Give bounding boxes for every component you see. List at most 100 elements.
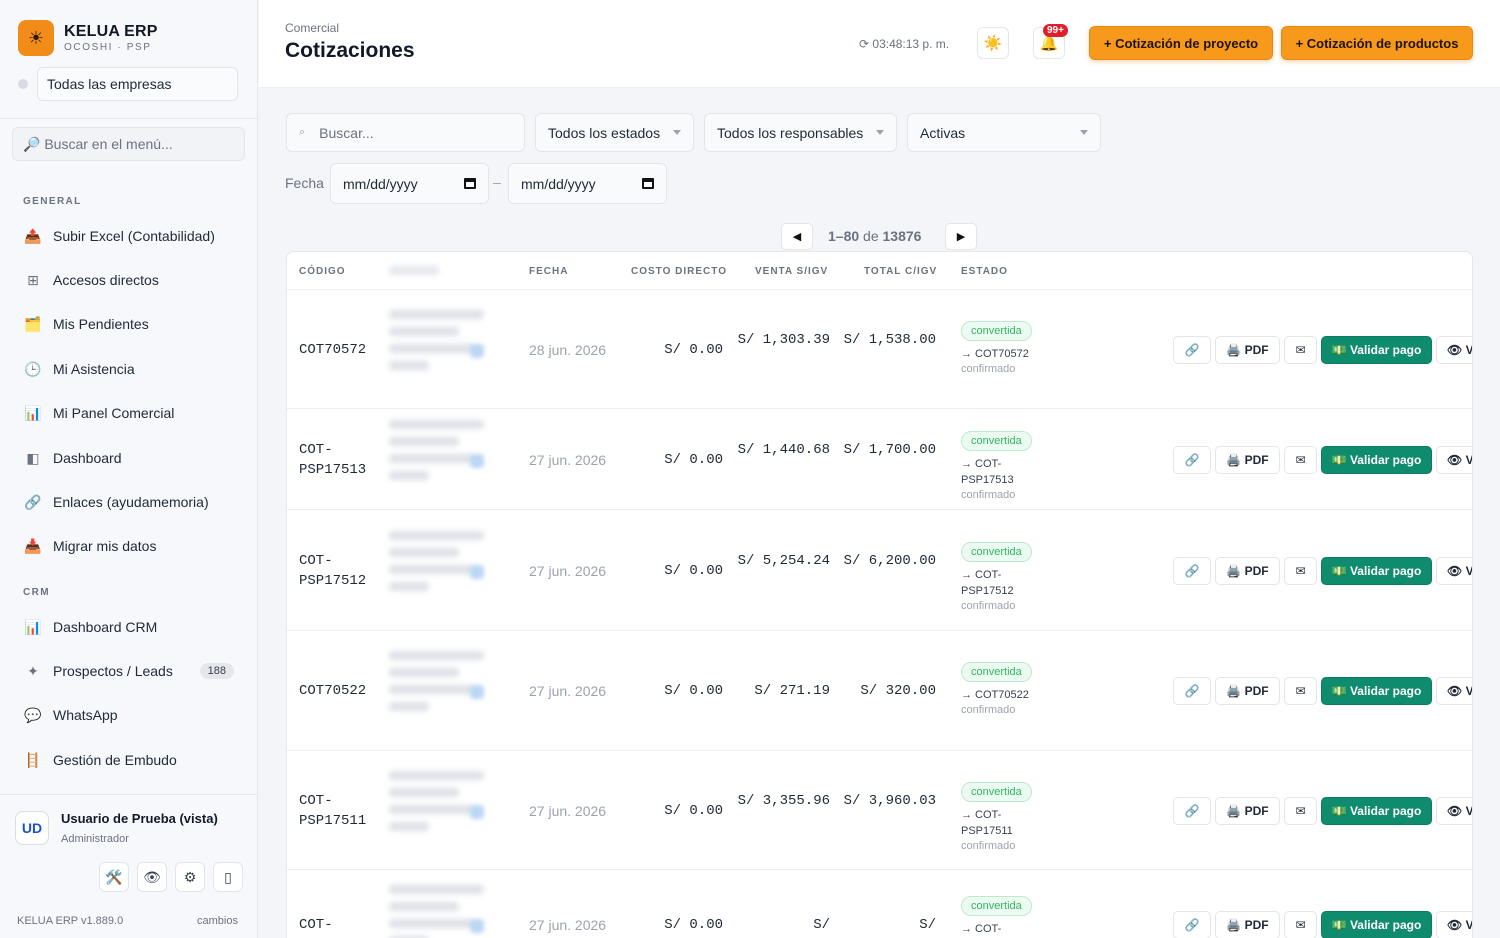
pdf-button[interactable]: 🖨️ PDF: [1215, 796, 1280, 825]
converted-reference[interactable]: → COT70522: [961, 687, 1041, 703]
converted-reference[interactable]: → COT70572: [961, 346, 1041, 362]
calendar-icon[interactable]: [642, 178, 654, 189]
col-fecha[interactable]: FECHA: [529, 266, 568, 277]
quote-code[interactable]: COT-PSP17512: [299, 551, 379, 591]
sidebar-item-mis-pendientes[interactable]: 🗂️ Mis Pendientes: [22, 310, 242, 338]
pager-range: 1–80 de 13876: [828, 228, 921, 244]
validar-pago-button[interactable]: 💵 Validar pago: [1321, 335, 1432, 364]
quote-code[interactable]: COT-PSP17511: [299, 791, 379, 831]
sidebar-item-label: Migrar mis datos: [53, 538, 157, 554]
view-button[interactable]: 👁 V: [1436, 335, 1472, 364]
eye-icon[interactable]: 👁: [137, 862, 167, 892]
tools-icon[interactable]: 🛠️: [99, 862, 129, 892]
pdf-button[interactable]: 🖨️ PDF: [1215, 335, 1280, 364]
calendar-icon[interactable]: [464, 178, 476, 189]
client-tag-blurred: [470, 564, 484, 579]
validar-pago-button[interactable]: 💵 Validar pago: [1321, 677, 1432, 705]
view-button[interactable]: 👁 V: [1436, 677, 1472, 705]
new-project-quote-button[interactable]: + Cotización de proyecto: [1089, 26, 1273, 60]
theme-toggle-button[interactable]: ☀️: [977, 27, 1009, 59]
next-page-button[interactable]: ▶: [945, 223, 977, 250]
converted-reference[interactable]: → COT-: [961, 921, 1041, 937]
activas-select[interactable]: Activas: [907, 113, 1101, 152]
col-codigo[interactable]: CÓDIGO: [299, 266, 346, 277]
pdf-button[interactable]: 🖨️ PDF: [1215, 556, 1280, 585]
confirm-status: confirmado: [961, 704, 1016, 716]
sidebar-item-subir-excel[interactable]: 📤 Subir Excel (Contabilidad): [22, 222, 242, 250]
validar-pago-button[interactable]: 💵 Validar pago: [1321, 445, 1432, 474]
col-venta[interactable]: VENTA S/IGV: [755, 266, 828, 277]
view-button[interactable]: 👁 V: [1436, 911, 1472, 938]
sidebar-item-mi-panel-comercial[interactable]: 📊 Mi Panel Comercial: [22, 399, 242, 427]
sidebar-item-gestion-embudo[interactable]: 🪜 Gestión de Embudo: [22, 746, 242, 774]
table-row[interactable]: COT-PSP17512 27 jun. 2026 S/ 0.00 S/ 5,254.…: [287, 510, 1472, 631]
status-badge: convertida: [961, 320, 1032, 341]
estado-select[interactable]: Todos los estados: [535, 113, 694, 152]
converted-reference[interactable]: → COT-PSP17513: [961, 456, 1041, 488]
email-button[interactable]: ✉: [1284, 556, 1317, 585]
sidebar-item-migrar-datos[interactable]: 📥 Migrar mis datos: [22, 532, 242, 560]
panel-icon[interactable]: ▯: [213, 862, 243, 892]
quote-code[interactable]: COT-: [299, 915, 379, 935]
new-products-quote-button[interactable]: + Cotización de productos: [1281, 26, 1473, 60]
pdf-button[interactable]: 🖨️ PDF: [1215, 445, 1280, 474]
status-badge: convertida: [961, 541, 1032, 562]
email-button[interactable]: ✉: [1284, 796, 1317, 825]
quote-code[interactable]: COT70572: [299, 340, 379, 360]
pdf-button[interactable]: 🖨️ PDF: [1215, 677, 1280, 705]
quote-code[interactable]: COT70522: [299, 681, 379, 701]
table-row[interactable]: COT70522 27 jun. 2026 S/ 0.00 S/ 271.19 S/ 3…: [287, 631, 1472, 751]
validar-pago-button[interactable]: 💵 Validar pago: [1321, 556, 1432, 585]
copy-link-button[interactable]: 🔗: [1173, 911, 1211, 938]
quote-code[interactable]: COT-PSP17513: [299, 440, 379, 480]
sidebar-item-accesos-directos[interactable]: ⊞ Accesos directos: [22, 266, 242, 294]
view-button[interactable]: 👁 V: [1436, 445, 1472, 474]
copy-link-button[interactable]: 🔗: [1173, 556, 1211, 585]
email-button[interactable]: ✉: [1284, 445, 1317, 474]
table-row[interactable]: COT-PSP17513 27 jun. 2026 S/ 0.00 S/ 1,440.…: [287, 409, 1472, 510]
costo-directo: S/ 0.00: [664, 451, 723, 468]
copy-link-button[interactable]: 🔗: [1173, 335, 1211, 364]
validar-pago-button[interactable]: 💵 Validar pago: [1321, 911, 1432, 938]
col-costo[interactable]: COSTO DIRECTO: [631, 266, 727, 277]
copy-link-button[interactable]: 🔗: [1173, 677, 1211, 705]
sidebar-item-dashboard-crm[interactable]: 📊 Dashboard CRM: [22, 613, 242, 641]
changes-link[interactable]: cambios: [197, 915, 238, 927]
gear-icon[interactable]: ⚙: [175, 862, 205, 892]
pdf-button[interactable]: 🖨️ PDF: [1215, 911, 1280, 938]
email-button[interactable]: ✉: [1284, 677, 1317, 705]
avatar[interactable]: UD: [15, 811, 49, 845]
sidebar-item-enlaces[interactable]: 🔗 Enlaces (ayudamemoria): [22, 488, 242, 516]
costo-directo: S/ 0.00: [664, 341, 723, 358]
copy-link-button[interactable]: 🔗: [1173, 445, 1211, 474]
prev-page-button[interactable]: ◀: [781, 223, 813, 250]
sidebar-item-whatsapp[interactable]: 💬 WhatsApp: [22, 701, 242, 729]
email-button[interactable]: ✉: [1284, 911, 1317, 938]
view-button[interactable]: 👁 V: [1436, 796, 1472, 825]
table-row[interactable]: COT- 27 jun. 2026 S/ 0.00 S/S/convertida → C…: [287, 870, 1472, 938]
col-estado[interactable]: ESTADO: [961, 266, 1008, 277]
view-button[interactable]: 👁 V: [1436, 556, 1472, 585]
col-total[interactable]: TOTAL C/IGV: [864, 266, 937, 277]
email-button[interactable]: ✉: [1284, 335, 1317, 364]
sidebar-item-prospectos-leads[interactable]: ✦ Prospectos / Leads 188: [22, 657, 242, 685]
date-from-value: mm/dd/yyyy: [343, 175, 418, 192]
mail-icon: ✉: [1295, 918, 1306, 932]
table-row[interactable]: COT70572 28 jun. 2026 S/ 0.00 S/ 1,303.39 S/…: [287, 290, 1472, 409]
sidebar-item-dashboard[interactable]: ◧ Dashboard: [22, 444, 242, 472]
converted-reference[interactable]: → COT-PSP17512: [961, 567, 1041, 599]
breadcrumb[interactable]: Comercial: [285, 21, 339, 35]
menu-search-input[interactable]: 🔎 Buscar en el menú...: [12, 127, 245, 161]
section-crm: CRM: [23, 587, 50, 598]
search-input[interactable]: ⌕ Buscar...: [286, 113, 525, 152]
sidebar-item-mi-asistencia[interactable]: 🕒 Mi Asistencia: [22, 355, 242, 383]
brand[interactable]: ☀ KELUA ERP OCOSHI · PSP: [18, 20, 158, 56]
table-row[interactable]: COT-PSP17511 27 jun. 2026 S/ 0.00 S/ 3,355.…: [287, 751, 1472, 870]
date-to-input[interactable]: mm/dd/yyyy: [508, 163, 667, 204]
responsable-select[interactable]: Todos los responsables: [704, 113, 897, 152]
company-select[interactable]: Todas las empresas: [37, 67, 238, 101]
validar-pago-button[interactable]: 💵 Validar pago: [1321, 796, 1432, 825]
converted-reference[interactable]: → COT-PSP17511: [961, 807, 1041, 839]
date-from-input[interactable]: mm/dd/yyyy: [330, 163, 489, 204]
copy-link-button[interactable]: 🔗: [1173, 796, 1211, 825]
